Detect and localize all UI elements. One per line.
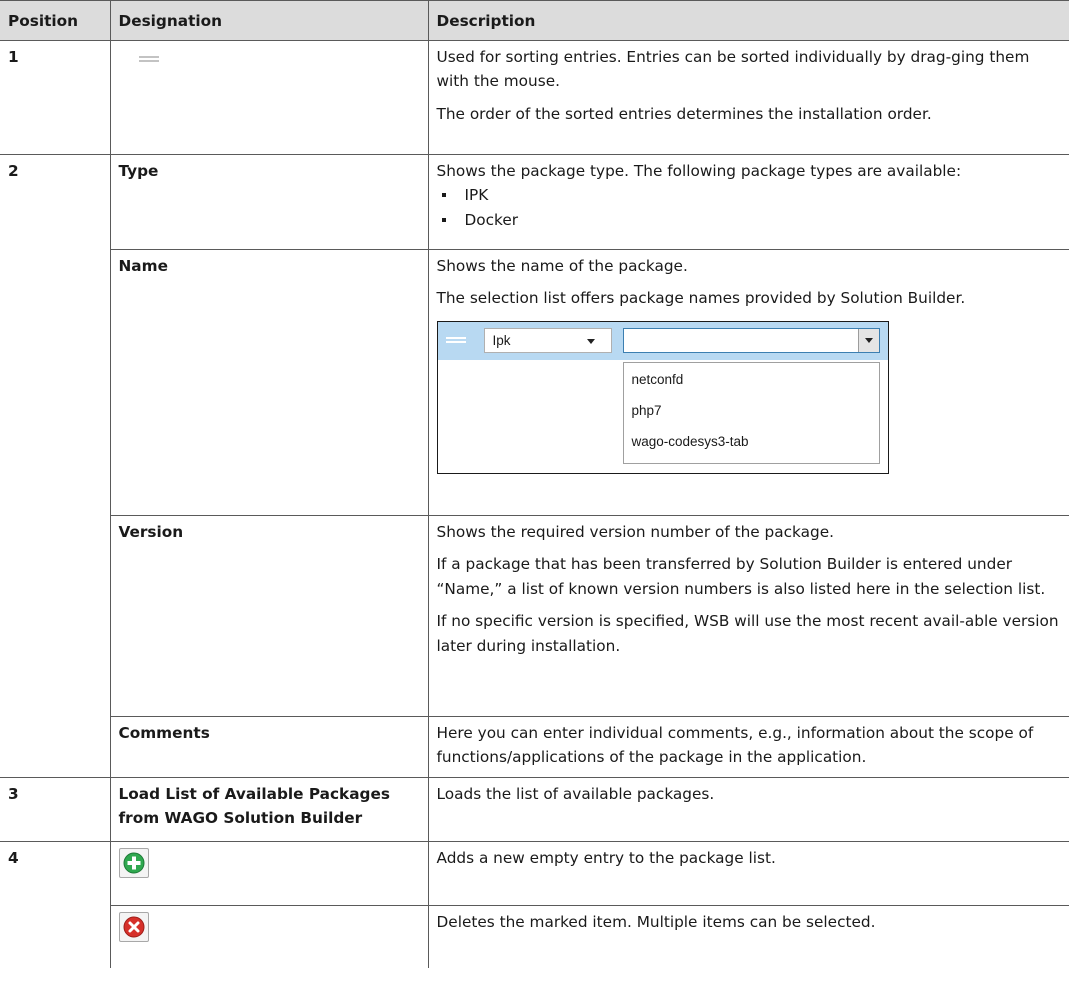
list-item: Docker	[437, 208, 1062, 232]
designation-label: Type	[118, 162, 159, 180]
header-description: Description	[427, 0, 1069, 41]
table-row: Deletes the marked item. Multiple items …	[0, 905, 1069, 968]
table-row: Name Shows the name of the package. The …	[0, 249, 1069, 516]
chevron-down-icon	[586, 338, 595, 344]
row-position: 4	[0, 841, 111, 906]
designation-label: Version	[118, 523, 184, 541]
table-row: Comments Here you can enter individual c…	[0, 716, 1069, 778]
type-select-value: Ipk	[492, 332, 511, 348]
row-description: Shows the package type. The following pa…	[427, 154, 1069, 250]
description-paragraph: Here you can enter individual comments, …	[436, 724, 1034, 767]
row-designation	[109, 905, 429, 968]
delete-icon	[123, 916, 144, 938]
row-position-empty	[0, 515, 111, 717]
description-paragraph: Adds a new empty entry to the package li…	[436, 849, 776, 867]
list-item: IPK	[437, 183, 1062, 207]
drag-handle-icon	[138, 56, 159, 62]
designation-label: Load List of Available Packages	[118, 785, 390, 803]
package-selection-screenshot: Ipk netconfd php7 wago-codesys3-tab	[436, 320, 889, 474]
table-row: 2 Type Shows the package type. The follo…	[0, 154, 1069, 250]
description-paragraph: Shows the required version number of the…	[436, 523, 835, 541]
description-paragraph: Loads the list of available packages.	[436, 785, 715, 803]
row-designation	[109, 841, 429, 906]
package-type-list: IPK Docker	[437, 183, 1062, 232]
row-description: Used for sorting entries. Entries can be…	[427, 40, 1069, 155]
row-description: Here you can enter individual comments, …	[427, 716, 1069, 778]
row-designation: Load List of Available Packages from WAG…	[109, 777, 429, 842]
row-designation: Comments	[109, 716, 429, 778]
description-paragraph: If no specific version is specified, WSB…	[436, 612, 1059, 655]
description-paragraph: Shows the name of the package.	[436, 257, 688, 275]
table-row: 4 Adds a new empty entry to the package …	[0, 841, 1069, 906]
row-position: 2	[0, 154, 111, 250]
name-dropdown-list: netconfd php7 wago-codesys3-tab	[622, 361, 880, 464]
row-description: Deletes the marked item. Multiple items …	[427, 905, 1069, 968]
row-position-empty	[0, 905, 111, 968]
designation-label: Name	[118, 257, 168, 275]
row-designation: Type	[109, 154, 429, 250]
row-description: Adds a new empty entry to the package li…	[427, 841, 1069, 906]
description-paragraph: Shows the package type. The following pa…	[436, 162, 962, 180]
type-select[interactable]: Ipk	[483, 327, 612, 353]
dropdown-option[interactable]: netconfd	[632, 372, 684, 388]
row-description: Shows the name of the package. The selec…	[427, 249, 1069, 516]
table-row: Version Shows the required version numbe…	[0, 515, 1069, 717]
name-combobox[interactable]	[622, 327, 880, 353]
description-paragraph: If a package that has been transferred b…	[436, 555, 1046, 598]
dropdown-option[interactable]: wago-codesys3-tab	[632, 434, 749, 450]
row-position: 1	[0, 40, 111, 155]
delete-button[interactable]	[118, 912, 149, 942]
row-position-empty	[0, 249, 111, 516]
header-position: Position	[0, 0, 111, 41]
table-row: 1 Used for sorting entries. Entries can …	[0, 40, 1069, 155]
table-row: 3 Load List of Available Packages from W…	[0, 777, 1069, 842]
dropdown-option[interactable]: php7	[632, 403, 662, 419]
description-paragraph: Used for sorting entries. Entries can be…	[436, 48, 1030, 91]
name-dropdown-button[interactable]	[857, 328, 879, 352]
row-description: Loads the list of available packages.	[427, 777, 1069, 842]
row-designation: Name	[109, 249, 429, 516]
designation-label: from WAGO Solution Builder	[118, 809, 363, 828]
row-description: Shows the required version number of the…	[427, 515, 1069, 717]
chevron-down-icon	[864, 337, 873, 343]
add-icon	[123, 852, 144, 874]
designation-label: Comments	[118, 724, 210, 742]
add-button[interactable]	[118, 848, 149, 878]
description-paragraph: The order of the sorted entries determin…	[436, 104, 932, 123]
row-position-empty	[0, 716, 111, 778]
drag-handle-icon[interactable]	[445, 336, 466, 343]
header-row: Position Designation Description	[0, 0, 1069, 41]
legend-table: Position Designation Description 1 Used …	[0, 0, 1069, 968]
header-designation: Designation	[109, 0, 429, 41]
row-designation	[109, 40, 429, 155]
description-paragraph: Deletes the marked item. Multiple items …	[436, 913, 876, 931]
description-paragraph: The selection list offers package names …	[436, 289, 966, 308]
row-designation: Version	[109, 515, 429, 717]
row-position: 3	[0, 777, 111, 842]
